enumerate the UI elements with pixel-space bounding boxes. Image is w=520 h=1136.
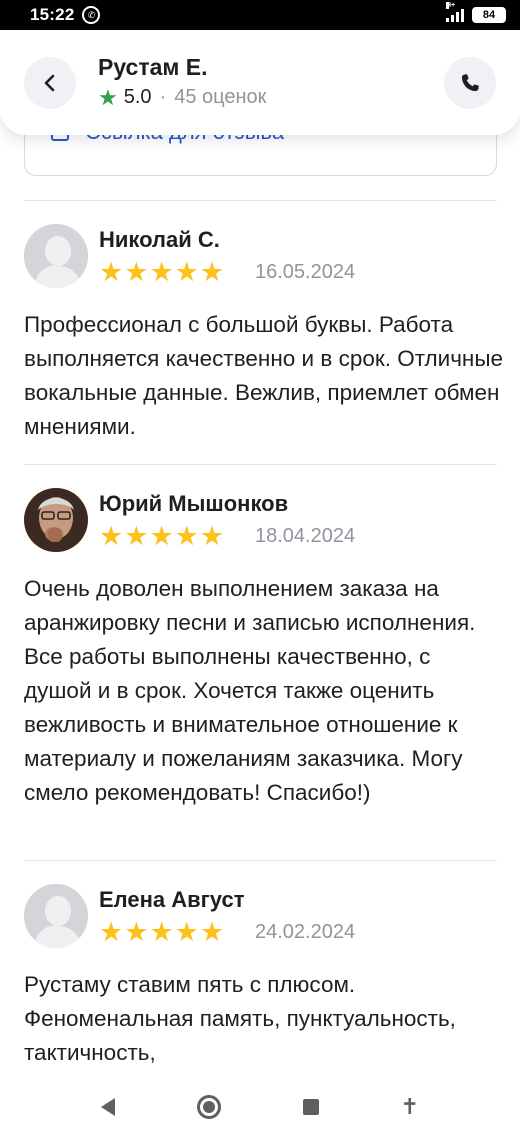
review-card: Николай С. ★ ★ ★ ★ ★ 16.05.2024 Професси… xyxy=(24,224,503,454)
reviewer-name: Елена Август xyxy=(99,887,245,912)
call-button[interactable] xyxy=(444,57,496,109)
whatsapp-icon: ✆ xyxy=(82,6,101,24)
nav-back-icon[interactable] xyxy=(100,1098,115,1116)
back-button[interactable] xyxy=(24,57,76,109)
specialist-name: Рустам Е. xyxy=(98,54,208,80)
review-count: 45 оценок xyxy=(174,86,267,108)
star-icon: ★ xyxy=(124,521,149,551)
accessibility-icon[interactable]: ✝ xyxy=(401,1094,419,1120)
star-icon: ★ xyxy=(98,84,118,110)
profile-header: Рустам Е. ★ 5.0 · 45 оценок xyxy=(0,30,520,135)
avatar-placeholder xyxy=(24,884,88,948)
reviewer-name: Николай С. xyxy=(99,227,220,252)
signal-icon: H+ xyxy=(446,2,464,22)
divider xyxy=(24,200,497,201)
nav-recent-apps-icon[interactable] xyxy=(302,1099,319,1115)
rating-summary[interactable]: ★ 5.0 · 45 оценок xyxy=(98,86,266,109)
system-nav-bar: ✝ xyxy=(0,1078,520,1136)
separator-dot: · xyxy=(159,86,167,108)
star-icon: ★ xyxy=(174,917,199,947)
phone-icon xyxy=(461,74,479,92)
review-date: 24.02.2024 xyxy=(255,921,356,943)
review-date: 18.04.2024 xyxy=(255,525,356,547)
chevron-left-icon xyxy=(44,74,55,92)
star-icon: ★ xyxy=(174,257,199,287)
status-bar: 15:22 ✆ H+ 84 xyxy=(0,0,520,30)
rating-stars: ★ ★ ★ ★ ★ xyxy=(99,521,224,551)
star-icon: ★ xyxy=(99,257,124,287)
divider xyxy=(24,464,497,465)
star-icon: ★ xyxy=(99,521,124,551)
review-text: Рустаму ставим пять с плюсом. Феноменаль… xyxy=(24,972,456,1065)
star-icon: ★ xyxy=(199,257,225,287)
review-text: Профессионал с большой буквы. Работа вып… xyxy=(24,312,504,439)
star-icon: ★ xyxy=(124,257,149,287)
star-icon: ★ xyxy=(99,917,124,947)
star-icon: ★ xyxy=(124,917,149,947)
rating-score: 5.0 xyxy=(123,86,152,108)
divider xyxy=(24,860,497,861)
star-icon: ★ xyxy=(149,521,174,551)
star-icon: ★ xyxy=(149,257,174,287)
star-icon: ★ xyxy=(174,521,199,551)
avatar xyxy=(24,488,88,552)
star-icon: ★ xyxy=(199,917,225,947)
rating-stars: ★ ★ ★ ★ ★ xyxy=(99,257,224,287)
review-card: Елена Август ★ ★ ★ ★ ★ 24.02.2024 Рустам… xyxy=(24,884,497,1078)
reviews-screen: Ссылка для отзыва Рустам Е. ★ 5.0 · 45 о… xyxy=(0,30,520,1078)
nav-home-icon[interactable] xyxy=(196,1095,221,1119)
review-card: Юрий Мышонков ★ ★ ★ ★ ★ 18.04.2024 Очень… xyxy=(24,488,497,848)
battery-icon: 84 xyxy=(472,7,506,23)
status-icons: H+ 84 xyxy=(446,2,506,23)
review-date: 16.05.2024 xyxy=(255,261,356,283)
star-icon: ★ xyxy=(199,521,225,551)
star-icon: ★ xyxy=(149,917,174,947)
review-text: Очень доволен выполнением заказа на аран… xyxy=(24,576,476,805)
status-time: 15:22 xyxy=(30,5,75,24)
reviewer-name: Юрий Мышонков xyxy=(99,491,289,516)
rating-stars: ★ ★ ★ ★ ★ xyxy=(99,917,224,947)
avatar-placeholder xyxy=(24,224,88,288)
